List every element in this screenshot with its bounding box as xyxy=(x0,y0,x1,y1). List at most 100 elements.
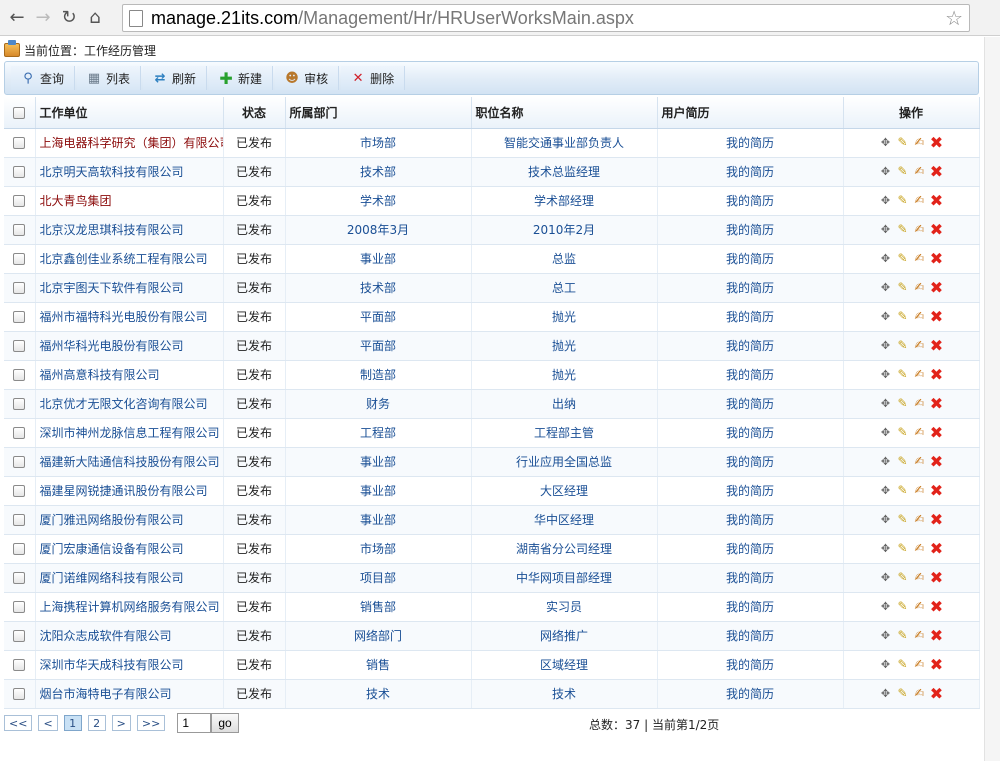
row-checkbox-cell[interactable] xyxy=(4,128,36,158)
row-checkbox[interactable] xyxy=(13,137,26,149)
resume-link[interactable]: 我的简历 xyxy=(657,215,844,245)
row-checkbox[interactable] xyxy=(13,601,26,613)
row-checkbox[interactable] xyxy=(13,340,26,352)
company-link[interactable]: 北大青鸟集团 xyxy=(35,186,224,216)
header-resume[interactable]: 用户简历 xyxy=(657,97,844,129)
delete-x-icon[interactable]: ✖ xyxy=(929,193,944,209)
resume-link[interactable]: 我的简历 xyxy=(657,302,844,332)
expand-icon[interactable]: ✥ xyxy=(878,367,893,382)
expand-icon[interactable]: ✥ xyxy=(878,164,893,179)
resume-link[interactable]: 我的简历 xyxy=(657,650,844,680)
company-link[interactable]: 厦门诺维网络科技有限公司 xyxy=(35,563,224,593)
row-checkbox-cell[interactable] xyxy=(4,563,36,593)
edit-pencil-icon[interactable]: ✎ xyxy=(895,280,910,295)
query-button[interactable]: ⚲ 查询 xyxy=(11,66,76,90)
resume-link[interactable]: 我的简历 xyxy=(657,592,844,622)
edit-pencil-icon[interactable]: ✎ xyxy=(895,251,910,266)
row-checkbox[interactable] xyxy=(13,166,26,178)
row-checkbox-cell[interactable] xyxy=(4,447,36,477)
company-link[interactable]: 北京明天高软科技有限公司 xyxy=(35,157,224,187)
row-checkbox-cell[interactable] xyxy=(4,302,36,332)
edit-note-icon[interactable]: ✍ xyxy=(912,483,927,498)
expand-icon[interactable]: ✥ xyxy=(878,512,893,527)
refresh-button[interactable]: ⇄ 刷新 xyxy=(143,66,208,90)
row-checkbox-cell[interactable] xyxy=(4,650,36,680)
resume-link[interactable]: 我的简历 xyxy=(657,244,844,274)
resume-link[interactable]: 我的简历 xyxy=(657,331,844,361)
edit-note-icon[interactable]: ✍ xyxy=(912,367,927,382)
resume-link[interactable]: 我的简历 xyxy=(657,534,844,564)
row-checkbox[interactable] xyxy=(13,282,26,294)
row-checkbox-cell[interactable] xyxy=(4,505,36,535)
row-checkbox-cell[interactable] xyxy=(4,389,36,419)
edit-pencil-icon[interactable]: ✎ xyxy=(895,164,910,179)
delete-x-icon[interactable]: ✖ xyxy=(929,599,944,615)
table-row[interactable]: 厦门宏康通信设备有限公司 已发布 市场部 湖南省分公司经理 我的简历 ✥ ✎ ✍ ✖ xyxy=(4,534,980,564)
table-row[interactable]: 沈阳众志成软件有限公司 已发布 网络部门 网络推广 我的简历 ✥ ✎ ✍ ✖ xyxy=(4,621,980,651)
edit-note-icon[interactable]: ✍ xyxy=(912,280,927,295)
expand-icon[interactable]: ✥ xyxy=(878,570,893,585)
row-checkbox[interactable] xyxy=(13,456,26,468)
resume-link[interactable]: 我的简历 xyxy=(657,476,844,506)
delete-x-icon[interactable]: ✖ xyxy=(929,512,944,528)
company-link[interactable]: 深圳市华天成科技有限公司 xyxy=(35,650,224,680)
row-checkbox-cell[interactable] xyxy=(4,621,36,651)
table-row[interactable]: 厦门雅迅网络股份有限公司 已发布 事业部 华中区经理 我的简历 ✥ ✎ ✍ ✖ xyxy=(4,505,980,535)
company-link[interactable]: 福建新大陆通信科技股份有限公司 xyxy=(35,447,224,477)
delete-button[interactable]: ✕ 删除 xyxy=(341,66,406,90)
resume-link[interactable]: 我的简历 xyxy=(657,273,844,303)
expand-icon[interactable]: ✥ xyxy=(878,309,893,324)
row-checkbox-cell[interactable] xyxy=(4,592,36,622)
row-checkbox[interactable] xyxy=(13,572,26,584)
table-row[interactable]: 深圳市华天成科技有限公司 已发布 销售 区域经理 我的简历 ✥ ✎ ✍ ✖ xyxy=(4,650,980,680)
table-row[interactable]: 北京鑫创佳业系统工程有限公司 已发布 事业部 总监 我的简历 ✥ ✎ ✍ ✖ xyxy=(4,244,980,274)
row-checkbox[interactable] xyxy=(13,224,26,236)
resume-link[interactable]: 我的简历 xyxy=(657,505,844,535)
edit-note-icon[interactable]: ✍ xyxy=(912,338,927,353)
edit-note-icon[interactable]: ✍ xyxy=(912,570,927,585)
resume-link[interactable]: 我的简历 xyxy=(657,360,844,390)
edit-note-icon[interactable]: ✍ xyxy=(912,454,927,469)
resume-link[interactable]: 我的简历 xyxy=(657,621,844,651)
delete-x-icon[interactable]: ✖ xyxy=(929,425,944,441)
edit-pencil-icon[interactable]: ✎ xyxy=(895,367,910,382)
edit-pencil-icon[interactable]: ✎ xyxy=(895,135,910,150)
new-button[interactable]: ✚ 新建 xyxy=(209,66,274,90)
table-row[interactable]: 北京明天高软科技有限公司 已发布 技术部 技术总监经理 我的简历 ✥ ✎ ✍ ✖ xyxy=(4,157,980,187)
expand-icon[interactable]: ✥ xyxy=(878,541,893,556)
edit-pencil-icon[interactable]: ✎ xyxy=(895,628,910,643)
table-row[interactable]: 上海电器科学研究（集团）有限公司 已发布 市场部 智能交通事业部负责人 我的简历 ✥ ✎ ✍ ✖ xyxy=(4,128,980,158)
delete-x-icon[interactable]: ✖ xyxy=(929,367,944,383)
goto-page-input[interactable] xyxy=(177,713,212,733)
delete-x-icon[interactable]: ✖ xyxy=(929,686,944,702)
delete-x-icon[interactable]: ✖ xyxy=(929,135,944,151)
header-status[interactable]: 状态 xyxy=(223,97,286,129)
edit-note-icon[interactable]: ✍ xyxy=(912,309,927,324)
company-link[interactable]: 北京汉龙思琪科技有限公司 xyxy=(35,215,224,245)
expand-icon[interactable]: ✥ xyxy=(878,454,893,469)
delete-x-icon[interactable]: ✖ xyxy=(929,657,944,673)
company-link[interactable]: 北京鑫创佳业系统工程有限公司 xyxy=(35,244,224,274)
company-link[interactable]: 上海电器科学研究（集团）有限公司 xyxy=(35,128,224,158)
company-link[interactable]: 福州高意科技有限公司 xyxy=(35,360,224,390)
row-checkbox[interactable] xyxy=(13,311,26,323)
expand-icon[interactable]: ✥ xyxy=(878,193,893,208)
row-checkbox[interactable] xyxy=(13,688,26,700)
edit-pencil-icon[interactable]: ✎ xyxy=(895,657,910,672)
delete-x-icon[interactable]: ✖ xyxy=(929,338,944,354)
edit-pencil-icon[interactable]: ✎ xyxy=(895,396,910,411)
company-link[interactable]: 深圳市神州龙脉信息工程有限公司 xyxy=(35,418,224,448)
edit-note-icon[interactable]: ✍ xyxy=(912,599,927,614)
audit-button[interactable]: ☻ 审核 xyxy=(275,66,340,90)
table-row[interactable]: 上海携程计算机网络服务有限公司 已发布 销售部 实习员 我的简历 ✥ ✎ ✍ ✖ xyxy=(4,592,980,622)
row-checkbox-cell[interactable] xyxy=(4,534,36,564)
company-link[interactable]: 福州市福特科光电股份有限公司 xyxy=(35,302,224,332)
company-link[interactable]: 福州华科光电股份有限公司 xyxy=(35,331,224,361)
edit-pencil-icon[interactable]: ✎ xyxy=(895,570,910,585)
delete-x-icon[interactable]: ✖ xyxy=(929,280,944,296)
row-checkbox-cell[interactable] xyxy=(4,476,36,506)
table-row[interactable]: 北京优才无限文化咨询有限公司 已发布 财务 出纳 我的简历 ✥ ✎ ✍ ✖ xyxy=(4,389,980,419)
table-row[interactable]: 福州高意科技有限公司 已发布 制造部 抛光 我的简历 ✥ ✎ ✍ ✖ xyxy=(4,360,980,390)
delete-x-icon[interactable]: ✖ xyxy=(929,164,944,180)
expand-icon[interactable]: ✥ xyxy=(878,657,893,672)
